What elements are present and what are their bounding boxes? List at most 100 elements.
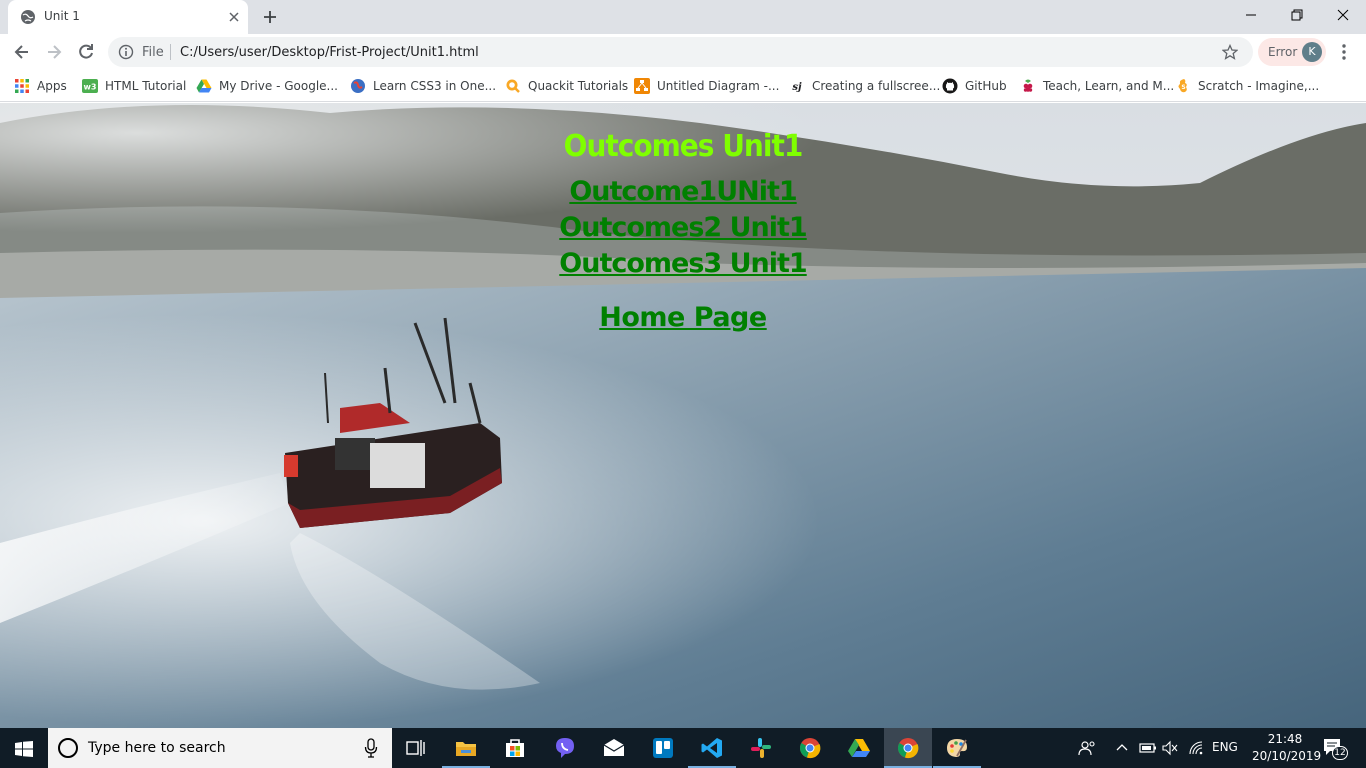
chrome-icon xyxy=(799,738,821,759)
drawio-icon xyxy=(634,78,650,94)
page-heading: Outcomes Unit1 xyxy=(563,127,804,164)
action-center-button[interactable]: 12 xyxy=(1322,736,1348,760)
reload-icon[interactable] xyxy=(76,42,96,62)
windows-logo-icon xyxy=(15,741,33,757)
paint-button[interactable] xyxy=(933,728,981,768)
bookmark-label: Teach, Learn, and M... xyxy=(1043,79,1175,93)
vscode-button[interactable] xyxy=(688,728,736,768)
restore-button[interactable] xyxy=(1274,0,1320,30)
home-page-link[interactable]: Home Page xyxy=(599,302,767,333)
outcome3-link[interactable]: Outcomes3 Unit1 xyxy=(0,246,1366,282)
google-drive-icon xyxy=(848,739,870,757)
bookmark-label: My Drive - Google... xyxy=(219,79,338,93)
bookmark-label: Untitled Diagram -... xyxy=(657,79,780,93)
file-explorer-icon xyxy=(456,742,476,756)
sj-icon: sj xyxy=(792,82,802,93)
store-button[interactable] xyxy=(491,728,539,768)
microphone-icon[interactable] xyxy=(364,738,378,758)
cortana-icon xyxy=(58,738,78,758)
chrome-active-button[interactable] xyxy=(884,728,932,768)
svg-text:sj: sj xyxy=(792,82,802,93)
taskbar-search[interactable]: Type here to search xyxy=(48,728,392,768)
svg-text:w3: w3 xyxy=(84,83,97,92)
page-viewport: Outcomes Unit1 Outcome1UNit1 Outcomes2 U… xyxy=(0,103,1366,728)
store-icon xyxy=(506,739,524,757)
start-button[interactable] xyxy=(0,728,48,768)
bookmark-label: Quackit Tutorials xyxy=(528,79,629,93)
volume-muted-icon[interactable] xyxy=(1162,740,1178,756)
bookmarks-bar: Apps w3 HTML Tutorial My Drive - Google.… xyxy=(0,70,1366,102)
viber-icon xyxy=(556,738,574,758)
paint-icon xyxy=(947,739,967,757)
url-text[interactable]: C:/Users/user/Desktop/Frist-Project/Unit… xyxy=(180,45,479,60)
close-icon xyxy=(1337,9,1349,21)
tab-strip: Unit 1 xyxy=(0,0,1366,34)
outcome-links: Outcome1UNit1 Outcomes2 Unit1 Outcomes3 … xyxy=(0,174,1366,282)
new-tab-icon[interactable] xyxy=(260,7,280,27)
bookmark-label: Learn CSS3 in One... xyxy=(373,79,497,93)
tab-title: Unit 1 xyxy=(44,9,80,23)
close-tab-icon[interactable] xyxy=(226,9,242,25)
info-icon[interactable] xyxy=(118,44,134,60)
globe-icon xyxy=(351,79,365,93)
browser-tab[interactable]: Unit 1 xyxy=(8,0,248,34)
wifi-icon[interactable] xyxy=(1188,740,1204,756)
quackit-icon xyxy=(506,79,520,93)
minimize-button[interactable] xyxy=(1228,0,1274,30)
windows-taskbar: Type here to search ENG 21:48 20/10/2019… xyxy=(0,728,1366,768)
bookmark-label: Scratch - Imagine,... xyxy=(1198,79,1320,93)
task-view-button[interactable] xyxy=(392,728,440,768)
bookmark-label: GitHub xyxy=(965,79,1007,93)
more-menu-icon[interactable] xyxy=(1336,42,1352,62)
task-view-icon xyxy=(406,740,425,756)
clock[interactable]: 21:48 20/10/2019 xyxy=(1252,731,1322,765)
vscode-icon xyxy=(701,738,722,758)
google-drive-button[interactable] xyxy=(835,728,883,768)
home-link-wrapper: Home Page xyxy=(0,302,1366,333)
scratch-icon: S xyxy=(1178,79,1187,93)
chrome-active-icon xyxy=(897,738,919,759)
clock-time: 21:48 xyxy=(1267,732,1303,746)
github-icon xyxy=(942,78,958,94)
bookmark-label: HTML Tutorial xyxy=(105,79,187,93)
back-icon[interactable] xyxy=(12,42,32,62)
globe-icon xyxy=(21,10,35,24)
profile-error-chip[interactable]: Error K xyxy=(1258,38,1326,66)
bookmark-star-icon[interactable] xyxy=(1222,44,1238,60)
google-drive-icon xyxy=(196,79,212,93)
viber-button[interactable] xyxy=(541,728,589,768)
address-prefix: File xyxy=(142,45,164,60)
w3schools-icon: w3 xyxy=(82,79,98,93)
outcome2-link[interactable]: Outcomes2 Unit1 xyxy=(0,210,1366,246)
address-separator xyxy=(170,44,171,60)
raspberry-icon xyxy=(1023,79,1033,92)
bookmark-label: Creating a fullscree... xyxy=(812,79,941,93)
battery-icon[interactable] xyxy=(1139,741,1157,755)
slack-button[interactable] xyxy=(737,728,785,768)
address-bar[interactable]: File C:/Users/user/Desktop/Frist-Project… xyxy=(108,37,1253,67)
page-content: Outcomes Unit1 Outcome1UNit1 Outcomes2 U… xyxy=(0,103,1366,333)
notification-count-badge: 12 xyxy=(1332,746,1348,760)
trello-icon xyxy=(653,738,673,758)
slack-icon xyxy=(751,738,771,758)
forward-icon[interactable] xyxy=(44,42,64,62)
search-placeholder: Type here to search xyxy=(88,740,226,756)
browser-toolbar: File C:/Users/user/Desktop/Frist-Project… xyxy=(0,34,1366,70)
close-window-button[interactable] xyxy=(1320,0,1366,30)
restore-icon xyxy=(1291,9,1303,21)
avatar: K xyxy=(1302,42,1322,62)
outcome1-link[interactable]: Outcome1UNit1 xyxy=(0,174,1366,210)
language-indicator[interactable]: ENG xyxy=(1212,740,1238,768)
svg-text:S: S xyxy=(1181,84,1185,91)
chevron-up-icon[interactable] xyxy=(1115,741,1129,755)
bookmark-label: Apps xyxy=(37,79,67,93)
apps-grid-icon xyxy=(15,79,29,93)
mail-button[interactable] xyxy=(590,728,638,768)
file-explorer-button[interactable] xyxy=(442,728,490,768)
trello-button[interactable] xyxy=(639,728,687,768)
mail-icon xyxy=(603,739,625,756)
clock-date: 20/10/2019 xyxy=(1252,749,1322,763)
people-icon[interactable] xyxy=(1078,739,1096,757)
chrome-button[interactable] xyxy=(786,728,834,768)
minimize-icon xyxy=(1246,14,1256,16)
